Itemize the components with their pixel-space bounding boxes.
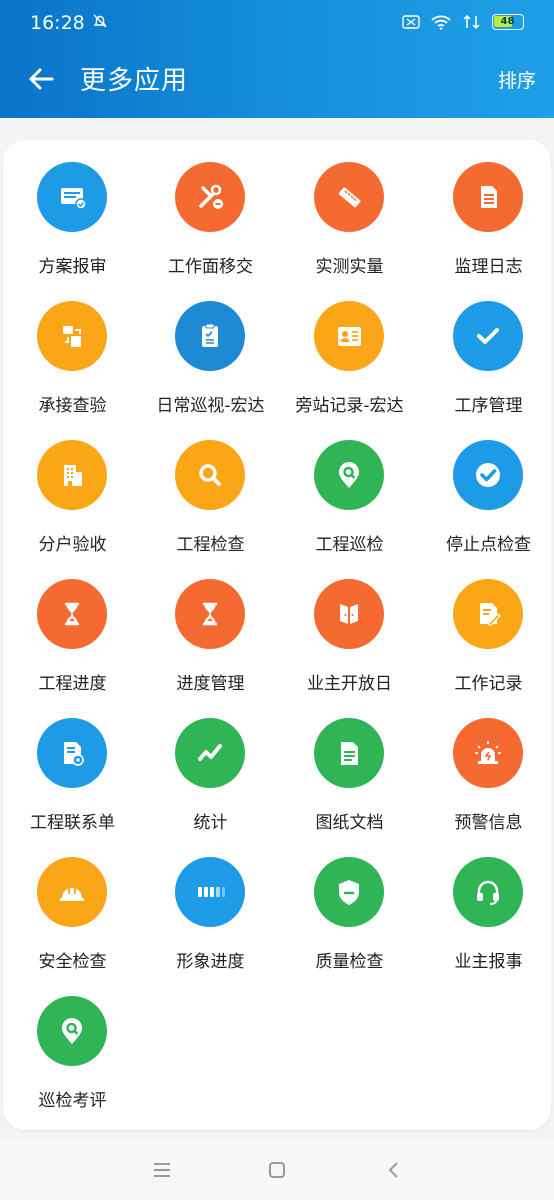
hourglass-icon xyxy=(175,579,245,649)
menu-icon[interactable] xyxy=(148,1156,176,1184)
handover-icon xyxy=(37,301,107,371)
tools-icon xyxy=(175,162,245,232)
app-item[interactable]: 承接查验 xyxy=(3,279,142,418)
app-item[interactable]: 旁站记录-宏达 xyxy=(280,279,419,418)
document-check-icon xyxy=(37,162,107,232)
hourglass-icon xyxy=(37,579,107,649)
app-item[interactable]: 工程进度 xyxy=(3,557,142,696)
shield-icon xyxy=(314,857,384,927)
app-label: 巡检考评 xyxy=(38,1091,107,1111)
door-icon xyxy=(314,579,384,649)
app-label: 承接查验 xyxy=(38,396,107,416)
location-search-icon xyxy=(314,440,384,510)
battery-icon: 48 xyxy=(492,14,524,30)
app-label: 业主报事 xyxy=(454,952,523,972)
apps-panel: 方案报审 工作面移交 实测实量 监理日志承接查验 日常巡视-宏达 旁站记录-宏达 工序管理分… xyxy=(3,140,551,1130)
sort-button[interactable]: 排序 xyxy=(498,66,536,93)
app-label: 形象进度 xyxy=(176,952,245,972)
back-arrow-icon[interactable] xyxy=(26,64,56,94)
app-item[interactable]: 形象进度 xyxy=(141,835,280,974)
ruler-icon xyxy=(314,162,384,232)
home-icon[interactable] xyxy=(263,1156,291,1184)
app-label: 分户验收 xyxy=(38,535,107,555)
alarm-icon xyxy=(453,718,523,788)
app-item[interactable]: 分户验收 xyxy=(3,418,142,557)
battery-level: 48 xyxy=(500,16,515,27)
app-item[interactable]: 巡检考评 xyxy=(3,974,142,1113)
building-icon xyxy=(37,440,107,510)
data-arrows-icon xyxy=(463,14,480,30)
status-bar: 16:28 48 xyxy=(0,0,554,48)
app-item[interactable]: 进度管理 xyxy=(141,557,280,696)
app-item[interactable]: 图纸文档 xyxy=(280,696,419,835)
app-label: 方案报审 xyxy=(38,257,107,277)
app-item[interactable]: 业主开放日 xyxy=(280,557,419,696)
app-label: 工序管理 xyxy=(454,396,523,416)
app-item[interactable]: 工程联系单 xyxy=(3,696,142,835)
app-label: 工程联系单 xyxy=(30,813,115,833)
app-label: 工程检查 xyxy=(176,535,245,555)
app-item[interactable]: 实测实量 xyxy=(280,140,419,279)
check-circle-icon xyxy=(453,440,523,510)
system-nav-bar xyxy=(0,1140,554,1200)
app-item[interactable]: 工作记录 xyxy=(419,557,554,696)
app-item[interactable]: 方案报审 xyxy=(3,140,142,279)
app-label: 工程巡检 xyxy=(315,535,384,555)
page-title: 更多应用 xyxy=(80,66,189,96)
progress-icon xyxy=(175,857,245,927)
app-label: 旁站记录-宏达 xyxy=(295,396,404,416)
app-label: 实测实量 xyxy=(315,257,384,277)
wifi-icon xyxy=(431,15,451,30)
app-label: 工程进度 xyxy=(38,674,107,694)
app-label: 统计 xyxy=(193,813,228,833)
app-item[interactable]: 工序管理 xyxy=(419,279,554,418)
search-icon xyxy=(175,440,245,510)
app-label: 工作记录 xyxy=(454,674,523,694)
app-label: 停止点检查 xyxy=(446,535,531,555)
app-label: 图纸文档 xyxy=(315,813,384,833)
app-item[interactable]: 统计 xyxy=(141,696,280,835)
log-icon xyxy=(453,162,523,232)
file-icon xyxy=(314,718,384,788)
edit-note-icon xyxy=(453,579,523,649)
app-item[interactable]: 安全检查 xyxy=(3,835,142,974)
sim-icon xyxy=(402,15,420,29)
nav-bar: 更多应用 排序 xyxy=(0,48,554,118)
app-label: 日常巡视-宏达 xyxy=(156,396,265,416)
app-item[interactable]: 质量检查 xyxy=(280,835,419,974)
notifications-off-icon xyxy=(93,14,107,28)
app-item[interactable]: 日常巡视-宏达 xyxy=(141,279,280,418)
headset-icon xyxy=(453,857,523,927)
app-label: 业主开放日 xyxy=(307,674,392,694)
app-label: 进度管理 xyxy=(176,674,245,694)
app-item[interactable]: 停止点检查 xyxy=(419,418,554,557)
app-label: 质量检查 xyxy=(315,952,384,972)
app-label: 预警信息 xyxy=(454,813,523,833)
clipboard-icon xyxy=(175,301,245,371)
app-label: 工作面移交 xyxy=(168,257,253,277)
id-card-icon xyxy=(314,301,384,371)
app-header: 16:28 48 更多应用 排序 xyxy=(0,0,554,118)
checkmark-icon xyxy=(453,301,523,371)
back-nav-icon[interactable] xyxy=(380,1156,408,1184)
app-item[interactable]: 业主报事 xyxy=(419,835,554,974)
app-label: 监理日志 xyxy=(454,257,523,277)
app-item[interactable]: 工程巡检 xyxy=(280,418,419,557)
app-item[interactable]: 工作面移交 xyxy=(141,140,280,279)
trend-icon xyxy=(175,718,245,788)
app-item[interactable]: 工程检查 xyxy=(141,418,280,557)
location-search-icon xyxy=(37,996,107,1066)
app-item[interactable]: 预警信息 xyxy=(419,696,554,835)
app-label: 安全检查 xyxy=(38,952,107,972)
status-time: 16:28 xyxy=(30,12,85,34)
contact-doc-icon xyxy=(37,718,107,788)
app-item[interactable]: 监理日志 xyxy=(419,140,554,279)
helmet-icon xyxy=(37,857,107,927)
